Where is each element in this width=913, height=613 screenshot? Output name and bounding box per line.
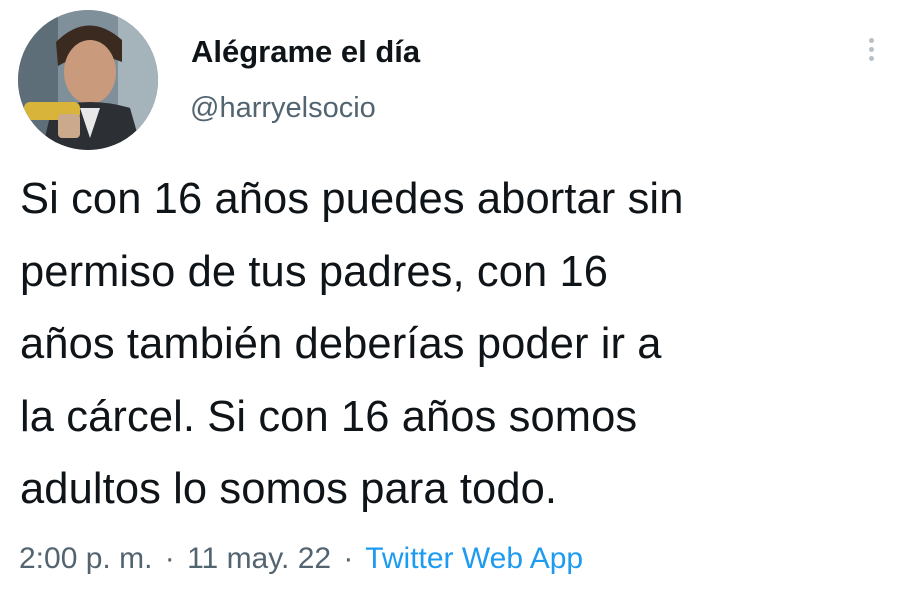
tweet-date[interactable]: 11 may. 22 <box>187 542 331 575</box>
tweet-text-line: adultos lo somos para todo. <box>20 465 558 513</box>
separator: · <box>343 542 354 575</box>
more-dot <box>868 56 874 61</box>
tweet-text-line: años también deberías poder ir a <box>20 320 662 368</box>
avatar-photo-icon <box>18 10 158 150</box>
tweet-text: Si con 16 años puedes abortar sin permis… <box>20 163 900 526</box>
tweet-text-line: permiso de tus padres, con 16 <box>20 247 609 296</box>
tweet-metadata: 2:00 p. m. · 11 may. 22 · Twitter Web Ap… <box>19 542 583 576</box>
avatar[interactable] <box>18 10 158 150</box>
more-dot <box>868 38 874 43</box>
tweet-text-line: Si con 16 años puedes abortar sin <box>20 175 684 223</box>
separator: · <box>164 542 175 575</box>
tweet-time[interactable]: 2:00 p. m. <box>19 542 152 575</box>
tweet-text-line: la cárcel. Si con 16 años somos <box>20 392 638 441</box>
tweet-source-link[interactable]: Twitter Web App <box>365 542 583 575</box>
tweet-card: Alégrame el día @harryelsocio Si con 16 … <box>0 0 913 613</box>
more-options-icon[interactable] <box>858 38 884 76</box>
user-handle[interactable]: @harryelsocio <box>190 92 376 125</box>
display-name[interactable]: Alégrame el día <box>191 34 420 70</box>
more-dot <box>868 47 874 52</box>
